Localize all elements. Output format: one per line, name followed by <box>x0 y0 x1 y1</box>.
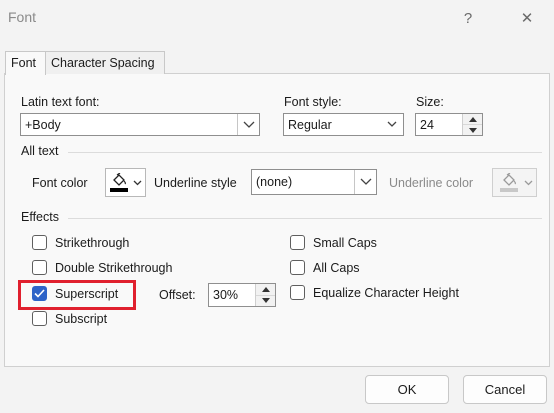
spin-down-icon[interactable] <box>463 125 482 135</box>
cancel-button[interactable]: Cancel <box>463 375 547 404</box>
equalize-character-height-label[interactable]: Equalize Character Height <box>313 286 459 300</box>
tab-character-spacing[interactable]: Character Spacing <box>45 51 165 74</box>
strikethrough-label[interactable]: Strikethrough <box>55 236 129 250</box>
font-style-label: Font style: <box>284 95 342 109</box>
all-caps-label[interactable]: All Caps <box>313 261 360 275</box>
double-strikethrough-label[interactable]: Double Strikethrough <box>55 261 172 275</box>
superscript-highlight <box>18 280 136 310</box>
size-spinner[interactable]: 24 <box>415 113 483 136</box>
paint-bucket-icon <box>493 173 521 192</box>
all-caps-checkbox[interactable] <box>290 260 305 275</box>
underline-style-combo[interactable]: (none) <box>251 169 377 195</box>
subscript-label[interactable]: Subscript <box>55 312 107 326</box>
font-style-value: Regular <box>288 117 332 132</box>
double-strikethrough-checkbox[interactable] <box>32 260 47 275</box>
spin-up-icon[interactable] <box>256 284 275 296</box>
tab-character-spacing-label: Character Spacing <box>51 56 155 70</box>
font-color-swatch <box>110 188 128 192</box>
chevron-down-icon <box>130 180 144 186</box>
underline-color-swatch <box>499 188 518 192</box>
underline-color-button[interactable] <box>492 168 537 197</box>
tab-font[interactable]: Font <box>5 51 46 75</box>
font-color-label: Font color <box>32 176 88 190</box>
chevron-down-icon[interactable] <box>381 114 403 135</box>
close-button[interactable]: ✕ <box>513 6 541 30</box>
small-caps-label[interactable]: Small Caps <box>313 236 377 250</box>
effects-divider <box>68 218 542 219</box>
spin-down-icon[interactable] <box>256 295 275 306</box>
latin-font-label: Latin text font: <box>21 95 100 109</box>
spin-up-icon[interactable] <box>463 114 482 125</box>
underline-style-label: Underline style <box>154 176 237 190</box>
size-value: 24 <box>420 117 434 132</box>
ok-button[interactable]: OK <box>365 375 449 404</box>
offset-spinner[interactable]: 30% <box>208 283 276 307</box>
size-label: Size: <box>416 95 444 109</box>
close-icon: ✕ <box>520 10 534 27</box>
chevron-down-icon <box>521 180 535 186</box>
small-caps-checkbox[interactable] <box>290 235 305 250</box>
help-button[interactable]: ? <box>454 6 482 30</box>
dialog-title: Font <box>8 9 37 25</box>
underline-color-label: Underline color <box>389 176 474 190</box>
paint-bucket-icon <box>106 173 130 192</box>
chevron-down-icon[interactable] <box>237 114 259 135</box>
all-text-divider <box>68 152 542 153</box>
effects-heading: Effects <box>21 210 59 224</box>
chevron-down-icon[interactable] <box>354 170 376 194</box>
latin-font-value: +Body <box>25 117 61 132</box>
font-style-combo[interactable]: Regular <box>283 113 404 136</box>
offset-value: 30% <box>213 288 239 302</box>
strikethrough-checkbox[interactable] <box>32 235 47 250</box>
offset-label: Offset: <box>159 288 196 302</box>
all-text-heading: All text <box>21 144 59 158</box>
tab-font-label: Font <box>11 56 37 70</box>
underline-style-value: (none) <box>256 175 293 189</box>
subscript-checkbox[interactable] <box>32 311 47 326</box>
latin-font-combo[interactable]: +Body <box>20 113 260 136</box>
equalize-character-height-checkbox[interactable] <box>290 285 305 300</box>
font-color-button[interactable] <box>105 168 146 197</box>
